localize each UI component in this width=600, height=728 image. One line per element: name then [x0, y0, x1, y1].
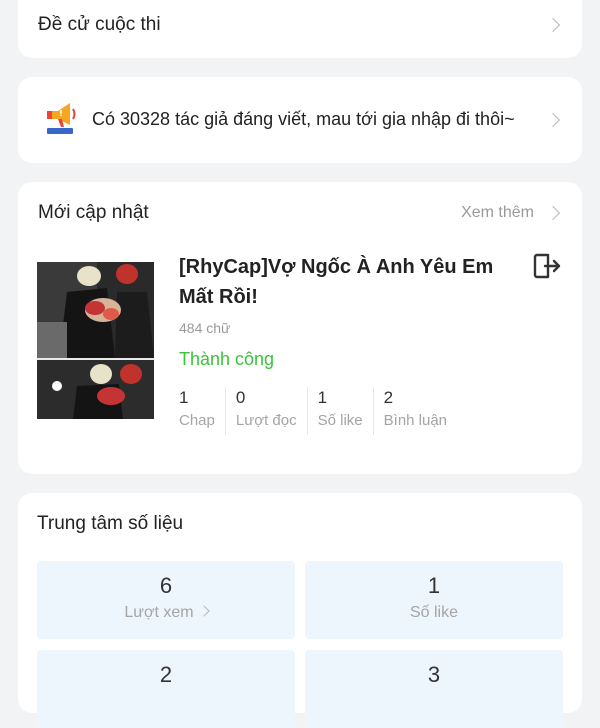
work-cover[interactable] [37, 262, 154, 419]
chevron-right-icon [545, 112, 561, 128]
stat-value: 1 [317, 388, 328, 407]
exit-icon[interactable] [532, 252, 562, 280]
megaphone-icon: ! [47, 103, 76, 134]
work-title[interactable]: [RhyCap]Vợ Ngốc À Anh Yêu Em Mất Rồi! [179, 252, 524, 312]
cover-image-bottom [37, 360, 154, 419]
stat-reads: 0 Lượt đọc [224, 387, 307, 435]
chevron-right-icon[interactable] [545, 205, 561, 221]
stat-likes: 1 Số like [306, 387, 373, 435]
likes-tile[interactable]: 1 Số like [305, 561, 563, 639]
tile-value: 1 [427, 573, 441, 598]
cover-image-top [37, 262, 154, 358]
stat-label: Chap [179, 412, 215, 429]
tile-value: 6 [159, 573, 173, 598]
section-title: Mới cập nhật [38, 202, 149, 223]
promo-banner[interactable]: ! Có 30328 tác giả đáng viết, mau tới gi… [18, 77, 582, 163]
data-center-card: Trung tâm số liệu 6 Lượt xem 1 Số like 2… [18, 493, 582, 728]
tile-value: 3 [427, 662, 441, 687]
stat-label: Số like [317, 412, 363, 429]
chevron-right-icon [197, 605, 210, 617]
tile-value: 2 [159, 662, 173, 687]
section-title: Trung tâm số liệu [37, 513, 184, 534]
stat-label: Bình luận [383, 412, 448, 429]
stat-value: 2 [383, 388, 394, 407]
stat-tile[interactable]: 3 [305, 650, 563, 728]
tile-label: Lượt xem [37, 604, 295, 622]
stat-tile[interactable]: 2 [37, 650, 295, 728]
views-tile[interactable]: 6 Lượt xem [37, 561, 295, 639]
tile-label-text: Lượt xem [124, 604, 194, 621]
contest-card[interactable]: Đề cử cuộc thi [18, 0, 582, 58]
stat-value: 0 [235, 388, 246, 407]
word-count: 484 chữ [179, 320, 231, 336]
promo-text: Có 30328 tác giả đáng viết, mau tới gia … [92, 109, 515, 129]
work-stats: 1 Chap 0 Lượt đọc 1 Số like 2 Bình luận [179, 387, 457, 435]
status-badge: Thành công [179, 349, 275, 369]
stat-comments: 2 Bình luận [372, 387, 457, 435]
tile-label: Số like [409, 604, 459, 621]
contest-label: Đề cử cuộc thi [38, 14, 161, 35]
stat-label: Lượt đọc [235, 412, 297, 429]
stat-value: 1 [179, 388, 189, 407]
svg-text:!: ! [59, 109, 63, 118]
stat-chapters: 1 Chap [179, 387, 225, 435]
recent-updates-card: Mới cập nhật Xem thêm [RhyCap]Vợ Ngốc À … [18, 182, 582, 474]
see-more-link[interactable]: Xem thêm [461, 204, 534, 222]
chevron-right-icon [545, 17, 561, 33]
